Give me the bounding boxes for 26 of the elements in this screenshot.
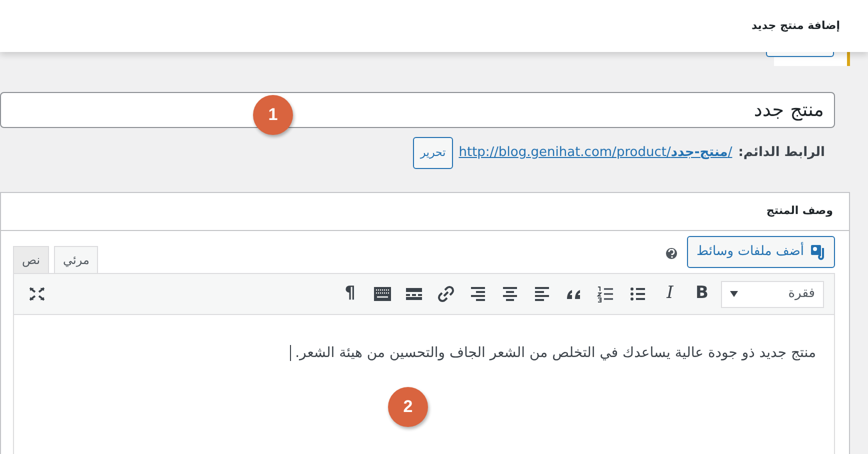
- editor-tab[interactable]: مرئي: [54, 246, 98, 273]
- format-select[interactable]: فقرة: [721, 280, 824, 308]
- caret-icon: [730, 291, 738, 297]
- bold-button[interactable]: B: [689, 281, 715, 307]
- editor-content: منتج جديد ذو جودة عالية يساعدك في التخلص من الشعر الجاف والتحسين من هيئة الشعر.: [295, 345, 816, 361]
- permalink-label: الرابط الدائم:: [738, 144, 825, 162]
- edit-button[interactable]: تحرير: [413, 137, 453, 169]
- page-title: إضافة منتج جديد: [751, 18, 840, 34]
- numbered-list-icon[interactable]: [597, 285, 615, 303]
- fullscreen-icon[interactable]: [29, 287, 45, 301]
- keyboard-icon[interactable]: [373, 285, 391, 303]
- help-icon[interactable]: [666, 248, 678, 259]
- paragraph-button[interactable]: ¶: [337, 281, 363, 307]
- panel-title: وصف المنتج: [766, 203, 833, 220]
- add-media-button[interactable]: أضف ملفات وسائط: [687, 236, 835, 268]
- align-left-icon[interactable]: [533, 285, 551, 303]
- media-icon: [810, 244, 826, 260]
- italic-button[interactable]: I: [657, 281, 683, 307]
- align-center-icon[interactable]: [501, 285, 519, 303]
- read-more-icon[interactable]: [405, 285, 423, 303]
- partial-button[interactable]: [766, 52, 834, 57]
- text-cursor: [290, 345, 292, 362]
- bullet-list-icon[interactable]: [629, 285, 647, 303]
- link-icon[interactable]: [437, 285, 455, 303]
- editor-tab[interactable]: نص: [13, 246, 50, 273]
- align-right-icon[interactable]: [469, 285, 487, 303]
